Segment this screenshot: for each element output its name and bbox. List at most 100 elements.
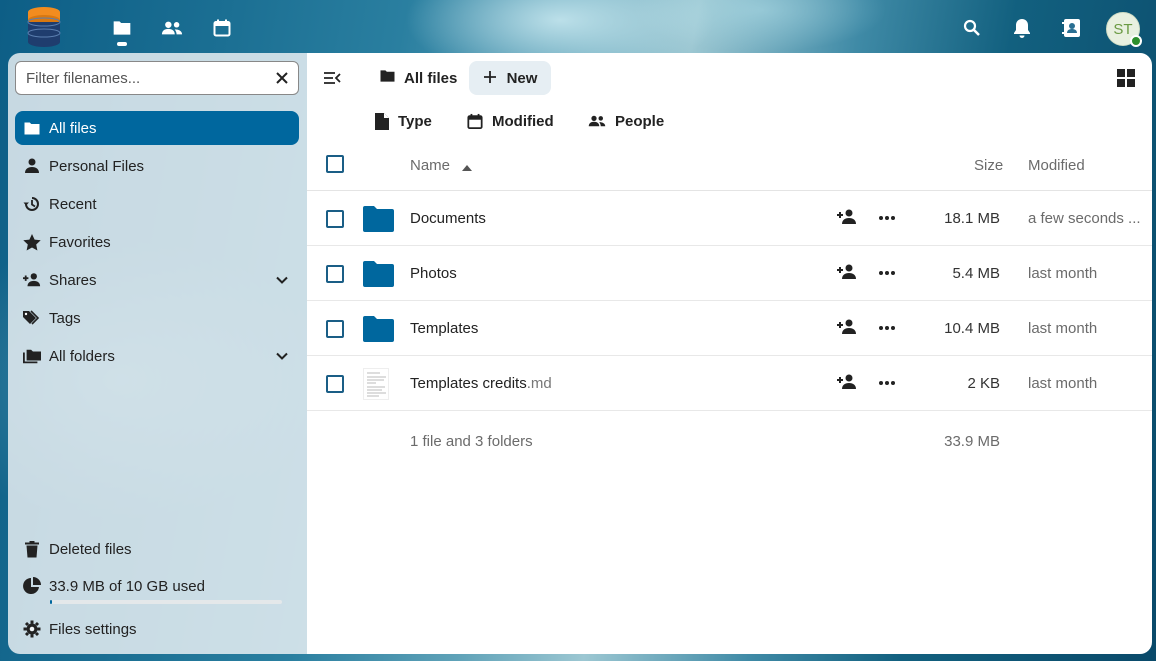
filter-label: Type	[398, 112, 432, 130]
bell-icon[interactable]	[1008, 14, 1036, 42]
files-app-folder-icon[interactable]	[108, 14, 136, 46]
folder-icon	[362, 260, 395, 288]
quota-label: 33.9 MB of 10 GB used	[49, 577, 205, 595]
quota-progress-fill	[50, 600, 52, 604]
row-checkbox[interactable]	[326, 375, 344, 393]
file-name[interactable]: Documents	[410, 210, 486, 227]
folder-icon	[362, 205, 395, 233]
share-icon[interactable]	[837, 374, 857, 392]
quota-progress-bar	[50, 600, 282, 604]
filter-type-button[interactable]: Type	[375, 110, 432, 132]
sidebar-item-label: Tags	[49, 309, 81, 327]
chevron-down-icon[interactable]	[275, 273, 289, 287]
share-icon[interactable]	[837, 264, 857, 282]
search-icon[interactable]	[958, 14, 986, 42]
row-checkbox[interactable]	[326, 210, 344, 228]
person-icon	[23, 157, 41, 175]
sidebar-item-all-files[interactable]: All files	[15, 111, 299, 145]
folder-icon	[23, 119, 41, 137]
table-header: Name Size Modified	[307, 145, 1152, 191]
grid-view-icon[interactable]	[1117, 69, 1135, 87]
folder-multiple-icon	[23, 347, 41, 365]
sidebar-item-label: Favorites	[49, 233, 111, 251]
sidebar-item-all-folders[interactable]: All folders	[15, 339, 299, 373]
close-icon[interactable]	[274, 70, 290, 86]
more-actions-icon[interactable]	[877, 374, 897, 392]
file-modified: last month	[1028, 265, 1098, 282]
filter-label: Modified	[492, 112, 554, 130]
file-modified: last month	[1028, 320, 1098, 337]
chevron-down-icon[interactable]	[275, 349, 289, 363]
sidebar: All files Personal Files Recent Favorite…	[8, 53, 307, 654]
avatar-initials: ST	[1113, 20, 1133, 38]
gear-icon	[23, 620, 41, 638]
share-icon[interactable]	[837, 319, 857, 337]
sidebar-item-recent[interactable]: Recent	[15, 187, 299, 221]
file-size: 10.4 MB	[944, 320, 1000, 337]
sidebar-item-quota[interactable]: 33.9 MB of 10 GB used	[15, 569, 299, 603]
sidebar-item-label: Shares	[49, 271, 97, 289]
table-row[interactable]: Templates credits.md 2 KB last month	[307, 356, 1152, 411]
sidebar-item-label: Recent	[49, 195, 97, 213]
sidebar-item-files-settings[interactable]: Files settings	[15, 612, 299, 646]
column-name-header[interactable]: Name	[410, 157, 473, 175]
sidebar-item-label: Personal Files	[49, 157, 145, 175]
column-size-header[interactable]: Size	[974, 157, 1003, 174]
sidebar-item-deleted-files[interactable]: Deleted files	[15, 532, 299, 566]
file-modified: last month	[1028, 375, 1098, 392]
online-status-dot	[1130, 35, 1142, 47]
row-checkbox[interactable]	[326, 265, 344, 283]
pie-chart-icon	[23, 577, 41, 595]
breadcrumb[interactable]: All files	[379, 66, 457, 90]
filter-label: People	[615, 112, 665, 130]
table-row[interactable]: Photos 5.4 MB last month	[307, 246, 1152, 301]
history-icon	[23, 195, 41, 213]
filter-filenames-input[interactable]	[26, 69, 266, 87]
toggle-navigation-icon[interactable]	[323, 69, 341, 87]
tag-icon	[23, 309, 41, 327]
plus-icon	[483, 67, 497, 90]
table-row[interactable]: Templates 10.4 MB last month	[307, 301, 1152, 356]
row-checkbox[interactable]	[326, 320, 344, 338]
folder-icon	[379, 69, 396, 87]
address-book-icon[interactable]	[1058, 14, 1086, 42]
contacts-icon[interactable]	[158, 14, 186, 42]
select-all-checkbox[interactable]	[326, 155, 344, 173]
file-thumbnail-icon	[363, 368, 389, 400]
people-icon	[588, 114, 606, 128]
column-modified-header[interactable]: Modified	[1028, 157, 1085, 174]
file-size: 5.4 MB	[952, 265, 1000, 282]
file-name[interactable]: Photos	[410, 265, 457, 282]
column-name-label: Name	[410, 157, 451, 174]
more-actions-icon[interactable]	[877, 209, 897, 227]
more-actions-icon[interactable]	[877, 264, 897, 282]
sidebar-item-personal-files[interactable]: Personal Files	[15, 149, 299, 183]
share-icon[interactable]	[837, 209, 857, 227]
new-button[interactable]: New	[469, 61, 551, 95]
sidebar-item-label: Deleted files	[49, 540, 132, 558]
file-name[interactable]: Templates credits.md	[410, 375, 552, 392]
sidebar-item-label: All folders	[49, 347, 115, 365]
sidebar-item-favorites[interactable]: Favorites	[15, 225, 299, 259]
calendar-icon[interactable]	[208, 14, 236, 42]
filter-modified-button[interactable]: Modified	[467, 110, 554, 132]
logo-icon[interactable]	[26, 5, 62, 51]
main-content: All files New Type Modified People Name …	[307, 53, 1152, 654]
file-size: 2 KB	[967, 375, 1000, 392]
sidebar-item-label: Files settings	[49, 620, 137, 638]
sidebar-item-shares[interactable]: Shares	[15, 263, 299, 297]
star-icon	[23, 233, 41, 251]
sidebar-item-tags[interactable]: Tags	[15, 301, 299, 335]
new-button-label: New	[506, 69, 538, 87]
table-row[interactable]: Documents 18.1 MB a few seconds ...	[307, 191, 1152, 246]
file-name[interactable]: Templates	[410, 320, 478, 337]
folder-icon	[362, 315, 395, 343]
trash-icon	[23, 540, 41, 558]
files-summary: 1 file and 3 folders	[410, 433, 533, 450]
file-modified: a few seconds ...	[1028, 210, 1141, 227]
filter-filenames-field[interactable]	[15, 61, 299, 95]
more-actions-icon[interactable]	[877, 319, 897, 337]
filter-people-button[interactable]: People	[588, 110, 664, 132]
share-icon	[23, 271, 41, 289]
files-summary-size: 33.9 MB	[944, 433, 1000, 450]
